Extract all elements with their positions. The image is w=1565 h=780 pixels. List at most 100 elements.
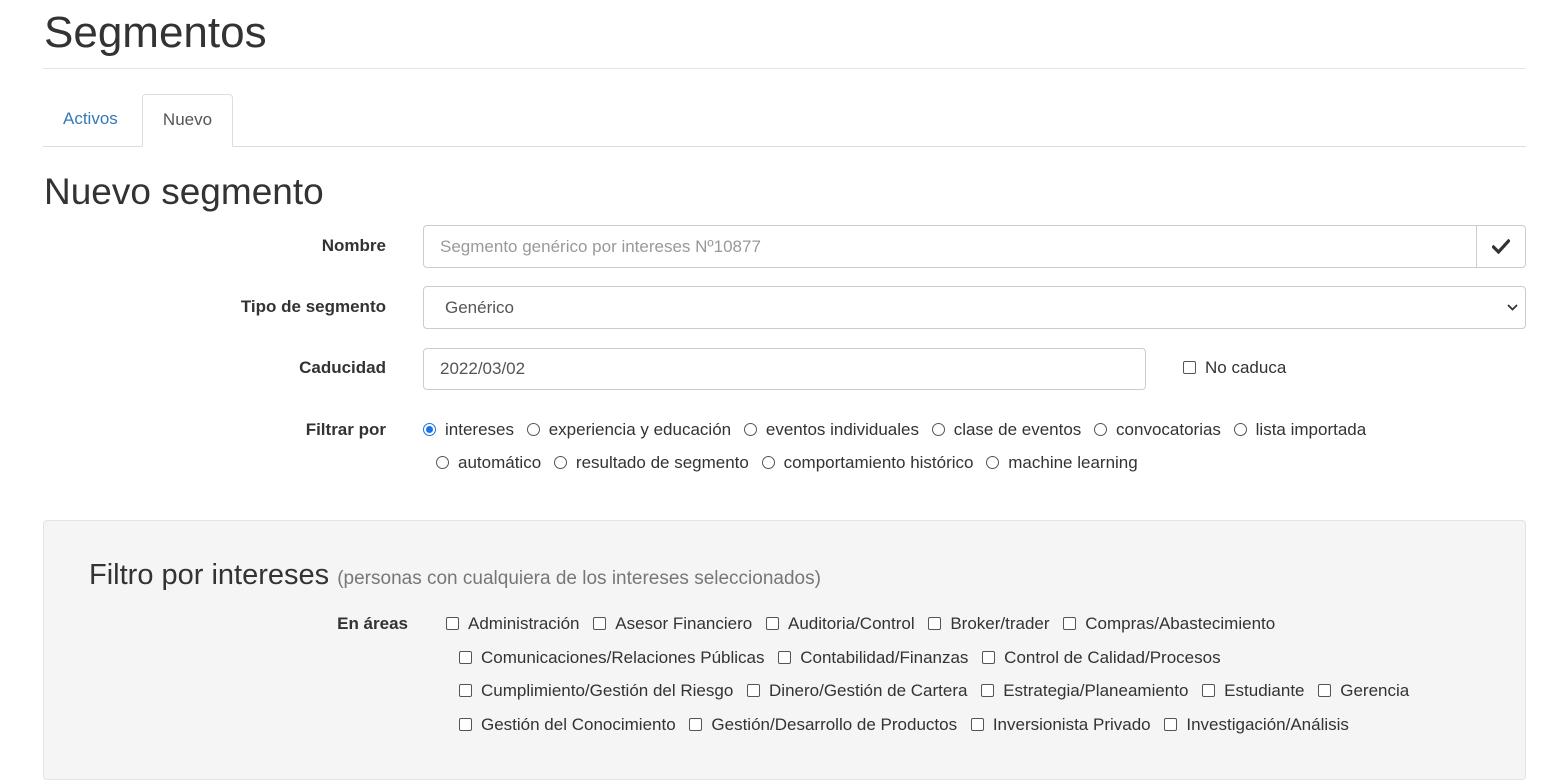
filter-radio[interactable] xyxy=(526,423,540,436)
area-label: Gestión del Conocimiento xyxy=(481,715,676,734)
area-checkbox[interactable] xyxy=(459,718,472,731)
area-option[interactable]: Broker/trader xyxy=(928,614,1050,634)
area-checkbox[interactable] xyxy=(928,617,942,630)
filter-radio[interactable] xyxy=(553,456,567,469)
form-title: Nuevo segmento xyxy=(44,171,324,212)
area-checkbox[interactable] xyxy=(689,718,703,731)
tab-bar: Activos Nuevo xyxy=(43,94,1526,147)
filter-option-label: comportamiento histórico xyxy=(783,453,974,472)
area-label: Auditoria/Control xyxy=(787,614,915,633)
area-option[interactable]: Auditoria/Control xyxy=(765,614,915,634)
area-option[interactable]: Gestión del Conocimiento xyxy=(459,715,676,735)
no-caduca-checkbox[interactable] xyxy=(1183,361,1196,374)
area-label: Gerencia xyxy=(1340,681,1410,700)
area-label: Comunicaciones/Relaciones Públicas xyxy=(481,648,765,667)
filter-option[interactable]: machine learning xyxy=(986,453,1138,473)
panel-title: Filtro por intereses (personas con cualq… xyxy=(89,558,821,596)
area-checkbox[interactable] xyxy=(459,651,472,664)
page-title: Segmentos xyxy=(44,8,267,57)
no-caduca-label: No caduca xyxy=(1205,358,1287,377)
area-option[interactable]: Comunicaciones/Relaciones Públicas xyxy=(459,648,764,668)
areas-row-1: Administración Asesor Financiero Auditor… xyxy=(446,614,1284,634)
interest-filter-panel: Filtro por intereses (personas con cualq… xyxy=(43,520,1526,780)
area-checkbox[interactable] xyxy=(982,651,996,664)
area-checkbox[interactable] xyxy=(1318,684,1332,697)
area-option[interactable]: Contabilidad/Finanzas xyxy=(778,648,968,668)
area-option[interactable]: Inversionista Privado xyxy=(970,715,1151,735)
area-checkbox[interactable] xyxy=(765,617,779,630)
area-option[interactable]: Asesor Financiero xyxy=(593,614,752,634)
area-checkbox[interactable] xyxy=(593,617,607,630)
area-checkbox[interactable] xyxy=(446,617,459,630)
filter-option-label: eventos individuales xyxy=(765,420,919,439)
filter-option-label: resultado de segmento xyxy=(575,453,749,472)
filter-radio[interactable] xyxy=(1233,423,1247,436)
area-label: Estudiante xyxy=(1224,681,1305,700)
areas-row-4: Gestión del Conocimiento Gestión/Desarro… xyxy=(459,715,1358,735)
area-option[interactable]: Estudiante xyxy=(1202,681,1305,701)
confirm-name-button[interactable] xyxy=(1476,225,1526,268)
filter-radio-intereses[interactable] xyxy=(423,423,436,436)
area-checkbox[interactable] xyxy=(1202,684,1216,697)
area-label: Asesor Financiero xyxy=(615,614,753,633)
filter-radio[interactable] xyxy=(1094,423,1108,436)
area-option[interactable]: Compras/Abastecimiento xyxy=(1063,614,1275,634)
area-option[interactable]: Administración xyxy=(446,614,580,634)
filter-radio[interactable] xyxy=(743,423,757,436)
chevron-down-icon xyxy=(1507,304,1518,311)
checkmark-icon xyxy=(1492,239,1510,254)
area-checkbox[interactable] xyxy=(1063,617,1077,630)
filter-option[interactable]: clase de eventos xyxy=(931,420,1081,440)
filter-option[interactable]: comportamiento histórico xyxy=(761,453,974,473)
filter-option-label: machine learning xyxy=(1008,453,1138,472)
area-checkbox[interactable] xyxy=(1164,718,1178,731)
tipo-select[interactable]: Genérico xyxy=(423,286,1526,329)
filter-option[interactable]: convocatorias xyxy=(1094,420,1221,440)
filter-options-row-2: automático resultado de segmento comport… xyxy=(436,453,1146,473)
tipo-label: Tipo de segmento xyxy=(240,297,386,316)
filter-radio[interactable] xyxy=(761,456,775,469)
filter-radio[interactable] xyxy=(931,423,945,436)
area-option[interactable]: Gestión/Desarrollo de Productos xyxy=(689,715,957,735)
area-label: Cumplimiento/Gestión del Riesgo xyxy=(481,681,734,700)
area-option[interactable]: Control de Calidad/Procesos xyxy=(982,648,1221,668)
area-label: Dinero/Gestión de Cartera xyxy=(769,681,968,700)
no-caduca-option[interactable]: No caduca xyxy=(1183,358,1286,378)
nombre-input[interactable] xyxy=(423,225,1477,268)
area-label: Broker/trader xyxy=(950,614,1050,633)
filter-option-label: lista importada xyxy=(1255,420,1367,439)
area-label: Estrategia/Planeamiento xyxy=(1003,681,1189,700)
area-label: Investigación/Análisis xyxy=(1186,715,1349,734)
panel-title-text: Filtro por intereses xyxy=(89,559,330,591)
filter-option[interactable]: eventos individuales xyxy=(743,420,919,440)
caducidad-label: Caducidad xyxy=(299,358,386,377)
filter-option-label: experiencia y educación xyxy=(548,420,732,439)
area-option[interactable]: Gerencia xyxy=(1318,681,1409,701)
filter-option[interactable]: automático xyxy=(436,453,541,473)
area-label: Gestión/Desarrollo de Productos xyxy=(711,715,958,734)
area-option[interactable]: Dinero/Gestión de Cartera xyxy=(747,681,967,701)
filter-option[interactable]: experiencia y educación xyxy=(526,420,732,440)
panel-subtitle: (personas con cualquiera de los interese… xyxy=(337,568,821,589)
areas-row-2: Comunicaciones/Relaciones Públicas Conta… xyxy=(459,648,1230,668)
area-option[interactable]: Estrategia/Planeamiento xyxy=(981,681,1188,701)
area-checkbox[interactable] xyxy=(747,684,761,697)
filter-option[interactable]: intereses xyxy=(423,420,514,440)
area-checkbox[interactable] xyxy=(778,651,792,664)
caducidad-input[interactable]: 2022/03/02 xyxy=(423,348,1146,390)
area-checkbox[interactable] xyxy=(970,718,984,731)
area-checkbox[interactable] xyxy=(459,684,472,697)
area-checkbox[interactable] xyxy=(981,684,995,697)
filtrar-label: Filtrar por xyxy=(305,420,386,439)
filter-radio[interactable] xyxy=(986,456,1000,469)
filter-option-label: automático xyxy=(458,453,542,472)
tab-activos[interactable]: Activos xyxy=(43,94,138,146)
filter-option[interactable]: lista importada xyxy=(1233,420,1367,440)
filter-option-label: convocatorias xyxy=(1116,420,1221,439)
tipo-select-value: Genérico xyxy=(445,298,514,317)
filter-radio[interactable] xyxy=(436,456,449,469)
filter-option[interactable]: resultado de segmento xyxy=(553,453,749,473)
tab-nuevo[interactable]: Nuevo xyxy=(142,94,233,147)
area-option[interactable]: Cumplimiento/Gestión del Riesgo xyxy=(459,681,733,701)
area-option[interactable]: Investigación/Análisis xyxy=(1164,715,1349,735)
